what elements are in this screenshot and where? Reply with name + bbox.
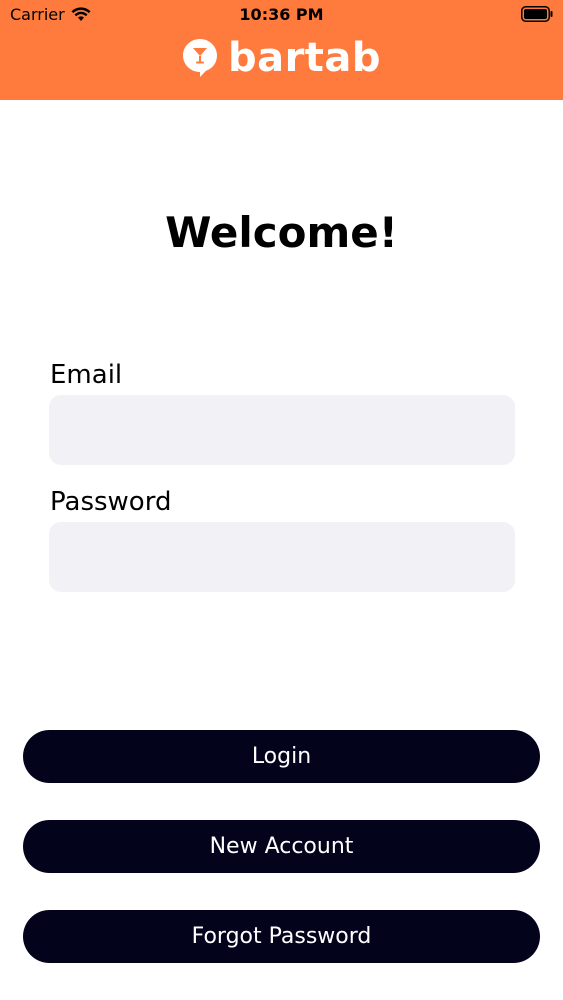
status-bar: Carrier 10:36 PM: [0, 0, 563, 30]
brand-logo: bartab: [0, 38, 563, 78]
email-label: Email: [50, 360, 123, 390]
password-label: Password: [50, 487, 172, 517]
header-wave-edge: [0, 90, 563, 99]
email-input[interactable]: [49, 395, 515, 465]
password-input[interactable]: [49, 522, 515, 592]
login-button[interactable]: Login: [23, 730, 540, 783]
login-screen: Carrier 10:36 PM bartab Welcome! Email P…: [0, 0, 563, 1000]
status-time: 10:36 PM: [239, 5, 324, 24]
forgot-password-button[interactable]: Forgot Password: [23, 910, 540, 963]
battery-icon: [521, 6, 553, 22]
new-account-button[interactable]: New Account: [23, 820, 540, 873]
brand-name: bartab: [227, 35, 382, 81]
page-title: Welcome!: [165, 208, 398, 257]
cocktail-pin-icon: [182, 39, 217, 77]
